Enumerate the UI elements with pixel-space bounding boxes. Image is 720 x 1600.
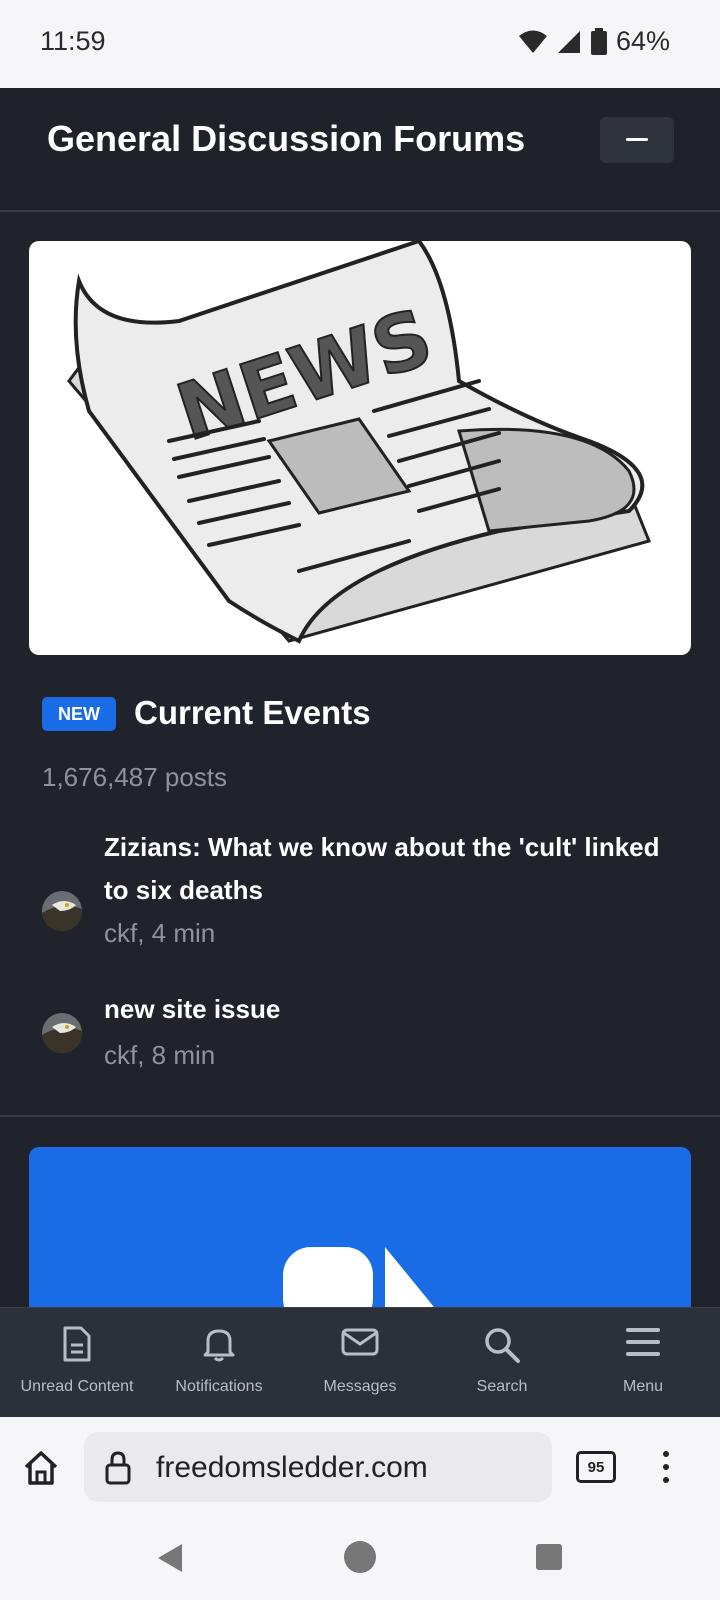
topic-meta: ckf, 8 min: [104, 1040, 216, 1070]
avatar: [42, 1013, 82, 1053]
category-title[interactable]: Current Events: [134, 694, 371, 732]
topic-title[interactable]: Zizians: What we know about the 'cult' l…: [104, 826, 684, 912]
address-bar[interactable]: freedomsledder.com: [84, 1432, 552, 1502]
status-icons: 64%: [518, 26, 670, 57]
avatar: [42, 891, 82, 931]
lock-icon: [105, 1451, 131, 1485]
hamburger-icon: [626, 1328, 660, 1356]
speech-bubble-icon: [283, 1247, 434, 1307]
nav-label: Unread Content: [20, 1378, 134, 1395]
recents-icon[interactable]: [534, 1542, 564, 1572]
system-navigation-bar: [0, 1519, 720, 1600]
topic-item[interactable]: Zizians: What we know about the 'cult' l…: [42, 826, 682, 956]
bottom-navigation: Unread Content Notifications Messages Se…: [0, 1307, 720, 1418]
newspaper-illustration: NEWS: [67, 241, 652, 644]
nav-label: Menu: [622, 1378, 664, 1395]
forum-section-header: General Discussion Forums: [0, 88, 720, 212]
nav-label: Search: [476, 1378, 528, 1395]
back-icon[interactable]: [154, 1541, 186, 1575]
signal-icon: [557, 30, 580, 53]
home-circle-icon[interactable]: [342, 1539, 378, 1575]
browser-toolbar: freedomsledder.com 95: [0, 1417, 720, 1519]
status-time: 11:59: [40, 26, 106, 56]
tab-switcher-button[interactable]: 95: [576, 1451, 616, 1483]
bell-icon: [203, 1329, 235, 1362]
wifi-icon: [518, 30, 547, 53]
nav-label: Messages: [323, 1378, 397, 1395]
topic-title[interactable]: new site issue: [104, 988, 684, 1031]
url-text: freedomsledder.com: [156, 1451, 428, 1484]
nav-messages[interactable]: Messages: [289, 1308, 431, 1418]
category-image[interactable]: [29, 1147, 691, 1307]
battery-level: 64%: [615, 26, 670, 56]
topic-item[interactable]: new site issue ckf, 8 min: [42, 988, 684, 1070]
more-options-icon[interactable]: [660, 1449, 672, 1485]
new-badge: NEW: [42, 697, 116, 731]
battery-icon: [590, 27, 607, 55]
status-bar: 11:59 64%: [0, 0, 720, 88]
envelope-icon: [341, 1328, 379, 1356]
nav-menu[interactable]: Menu: [572, 1308, 714, 1418]
document-icon: [63, 1326, 91, 1362]
nav-notifications[interactable]: Notifications: [148, 1308, 290, 1418]
post-count: 1,676,487 posts: [42, 762, 228, 792]
nav-unread-content[interactable]: Unread Content: [6, 1308, 148, 1418]
section-divider: [0, 1115, 720, 1117]
collapse-button[interactable]: [600, 117, 674, 163]
search-icon: [485, 1328, 520, 1363]
category-image[interactable]: NEWS: [29, 241, 691, 655]
home-icon[interactable]: [22, 1449, 60, 1487]
nav-search[interactable]: Search: [431, 1308, 573, 1418]
nav-label: Notifications: [175, 1378, 263, 1395]
topic-meta: ckf, 4 min: [104, 918, 216, 948]
forum-title: General Discussion Forums: [47, 118, 526, 159]
